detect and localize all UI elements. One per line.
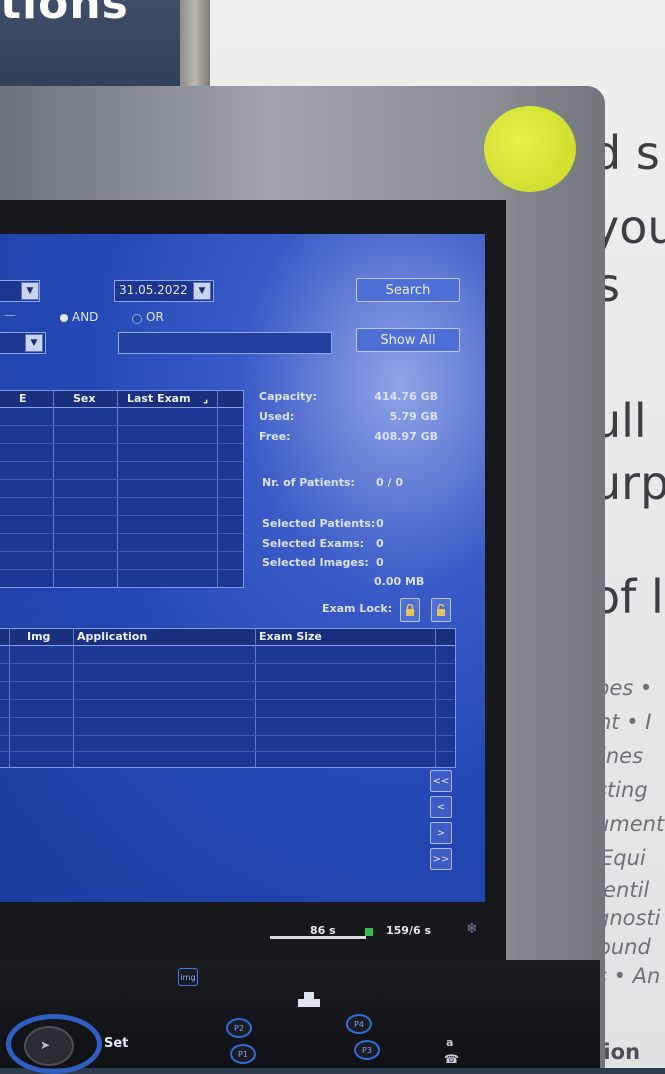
column-divider [9,629,10,767]
column-header-exam-size[interactable]: Exam Size [259,630,322,643]
a-key-label[interactable]: a [446,1036,453,1049]
padlock-closed-icon [406,604,414,616]
table-row[interactable] [0,461,243,462]
filter-dropdown-2[interactable]: ▼ [0,332,46,354]
or-radio[interactable] [132,314,142,324]
selected-patients-value: 0 [376,517,384,530]
column-divider [53,391,54,587]
patient-table[interactable]: E Sex Last Exam ⌟ [0,390,244,588]
set-key-label[interactable]: Set [104,1036,128,1051]
show-all-button[interactable]: Show All [356,328,460,352]
table-row[interactable] [0,497,243,498]
exam-lock-label: Exam Lock: [322,602,393,615]
chevron-down-icon[interactable]: ▼ [25,334,43,352]
free-label: Free: [259,430,291,443]
column-divider [255,629,256,767]
poster-small-line: ound [598,935,651,959]
or-label: OR [146,310,164,324]
date-field[interactable]: 31.05.2022 ▼ [114,280,214,302]
column-divider [435,629,436,767]
snowflake-icon: ❄ [466,921,478,937]
poster-small-line: ument [596,812,665,836]
table-row[interactable] [0,569,243,570]
column-header-sex[interactable]: Sex [73,392,95,405]
date-value: 31.05.2022 [119,283,188,297]
img-key[interactable]: img [178,968,198,986]
p3-key[interactable]: P3 [354,1040,380,1060]
table-row[interactable] [0,751,455,752]
poster-small-line: s • An [596,964,661,988]
column-divider [217,391,218,587]
patients-count-label: Nr. of Patients: [262,476,355,489]
timer-left-value: 86 s [310,924,336,937]
first-page-button[interactable]: << [430,770,452,792]
sort-indicator-icon: ⌟ [203,392,209,405]
table-row[interactable] [0,479,243,480]
patients-count-value: 0 / 0 [376,476,403,489]
printer-icon[interactable] [298,992,322,1008]
poster-small-line: ines [600,744,644,768]
column-header-application[interactable]: Application [77,630,147,643]
used-value: 5.79 GB [389,410,438,423]
poster-small-line: gnosti [596,906,661,930]
p2-key[interactable]: P2 [226,1018,252,1038]
ultrasound-screen: ▼ 31.05.2022 ▼ Search — AND OR ▼ Show Al… [0,234,485,902]
table-row[interactable] [0,735,455,736]
selected-images-label: Selected Images: [262,556,369,569]
padlock-open-icon [437,604,445,616]
timer-right-value: 159/6 s [386,924,432,937]
last-page-button[interactable]: >> [430,848,452,870]
column-divider [117,391,118,587]
search-button[interactable]: Search [356,278,460,302]
selected-images-value: 0 [376,556,384,569]
table-row[interactable] [0,717,455,718]
and-radio[interactable] [60,314,68,322]
cursor-icon: ➤ [40,1038,51,1052]
and-label: AND [72,310,99,324]
next-page-button[interactable]: > [430,822,452,844]
table-row[interactable] [0,515,243,516]
column-divider [73,629,74,767]
previous-page-button[interactable]: < [430,796,452,818]
status-indicator [365,928,373,936]
capacity-value: 414.76 GB [374,390,438,403]
search-text-field[interactable] [118,332,332,354]
exam-lock-button[interactable] [400,598,420,622]
column-header-img[interactable]: Img [27,630,50,643]
p1-key[interactable]: P1 [230,1044,256,1064]
free-value: 408.97 GB [374,430,438,443]
selected-exams-value: 0 [376,537,384,550]
exam-unlock-button[interactable] [431,598,451,622]
p4-key[interactable]: P4 [346,1014,372,1034]
used-label: Used: [259,410,295,423]
table-row[interactable] [0,425,243,426]
table-row[interactable] [0,663,455,664]
exam-table-header [0,629,455,646]
exam-table[interactable]: Img Application Exam Size [0,628,456,768]
selected-exams-label: Selected Exams: [262,537,364,550]
separator-dash: — [4,308,16,322]
selected-size-value: 0.00 MB [374,575,425,588]
table-row[interactable] [0,533,243,534]
table-row[interactable] [0,699,455,700]
table-row[interactable] [0,551,243,552]
table-row[interactable] [0,681,455,682]
capacity-label: Capacity: [259,390,317,403]
chevron-down-icon[interactable]: ▼ [21,282,39,300]
yellow-sticker [484,106,576,192]
calendar-dropdown-icon[interactable]: ▼ [193,282,211,300]
poster-small-line: Equi [600,846,646,870]
phone-icon[interactable]: ☎ [444,1052,459,1066]
wall-sign-text: tions [0,0,129,29]
poster-small-line: nt • I [598,710,652,734]
column-header-last-exam[interactable]: Last Exam [127,392,191,405]
filter-dropdown-1[interactable]: ▼ [0,280,40,302]
table-row[interactable] [0,443,243,444]
column-header-e[interactable]: E [19,392,27,405]
selected-patients-label: Selected Patients: [262,517,376,530]
